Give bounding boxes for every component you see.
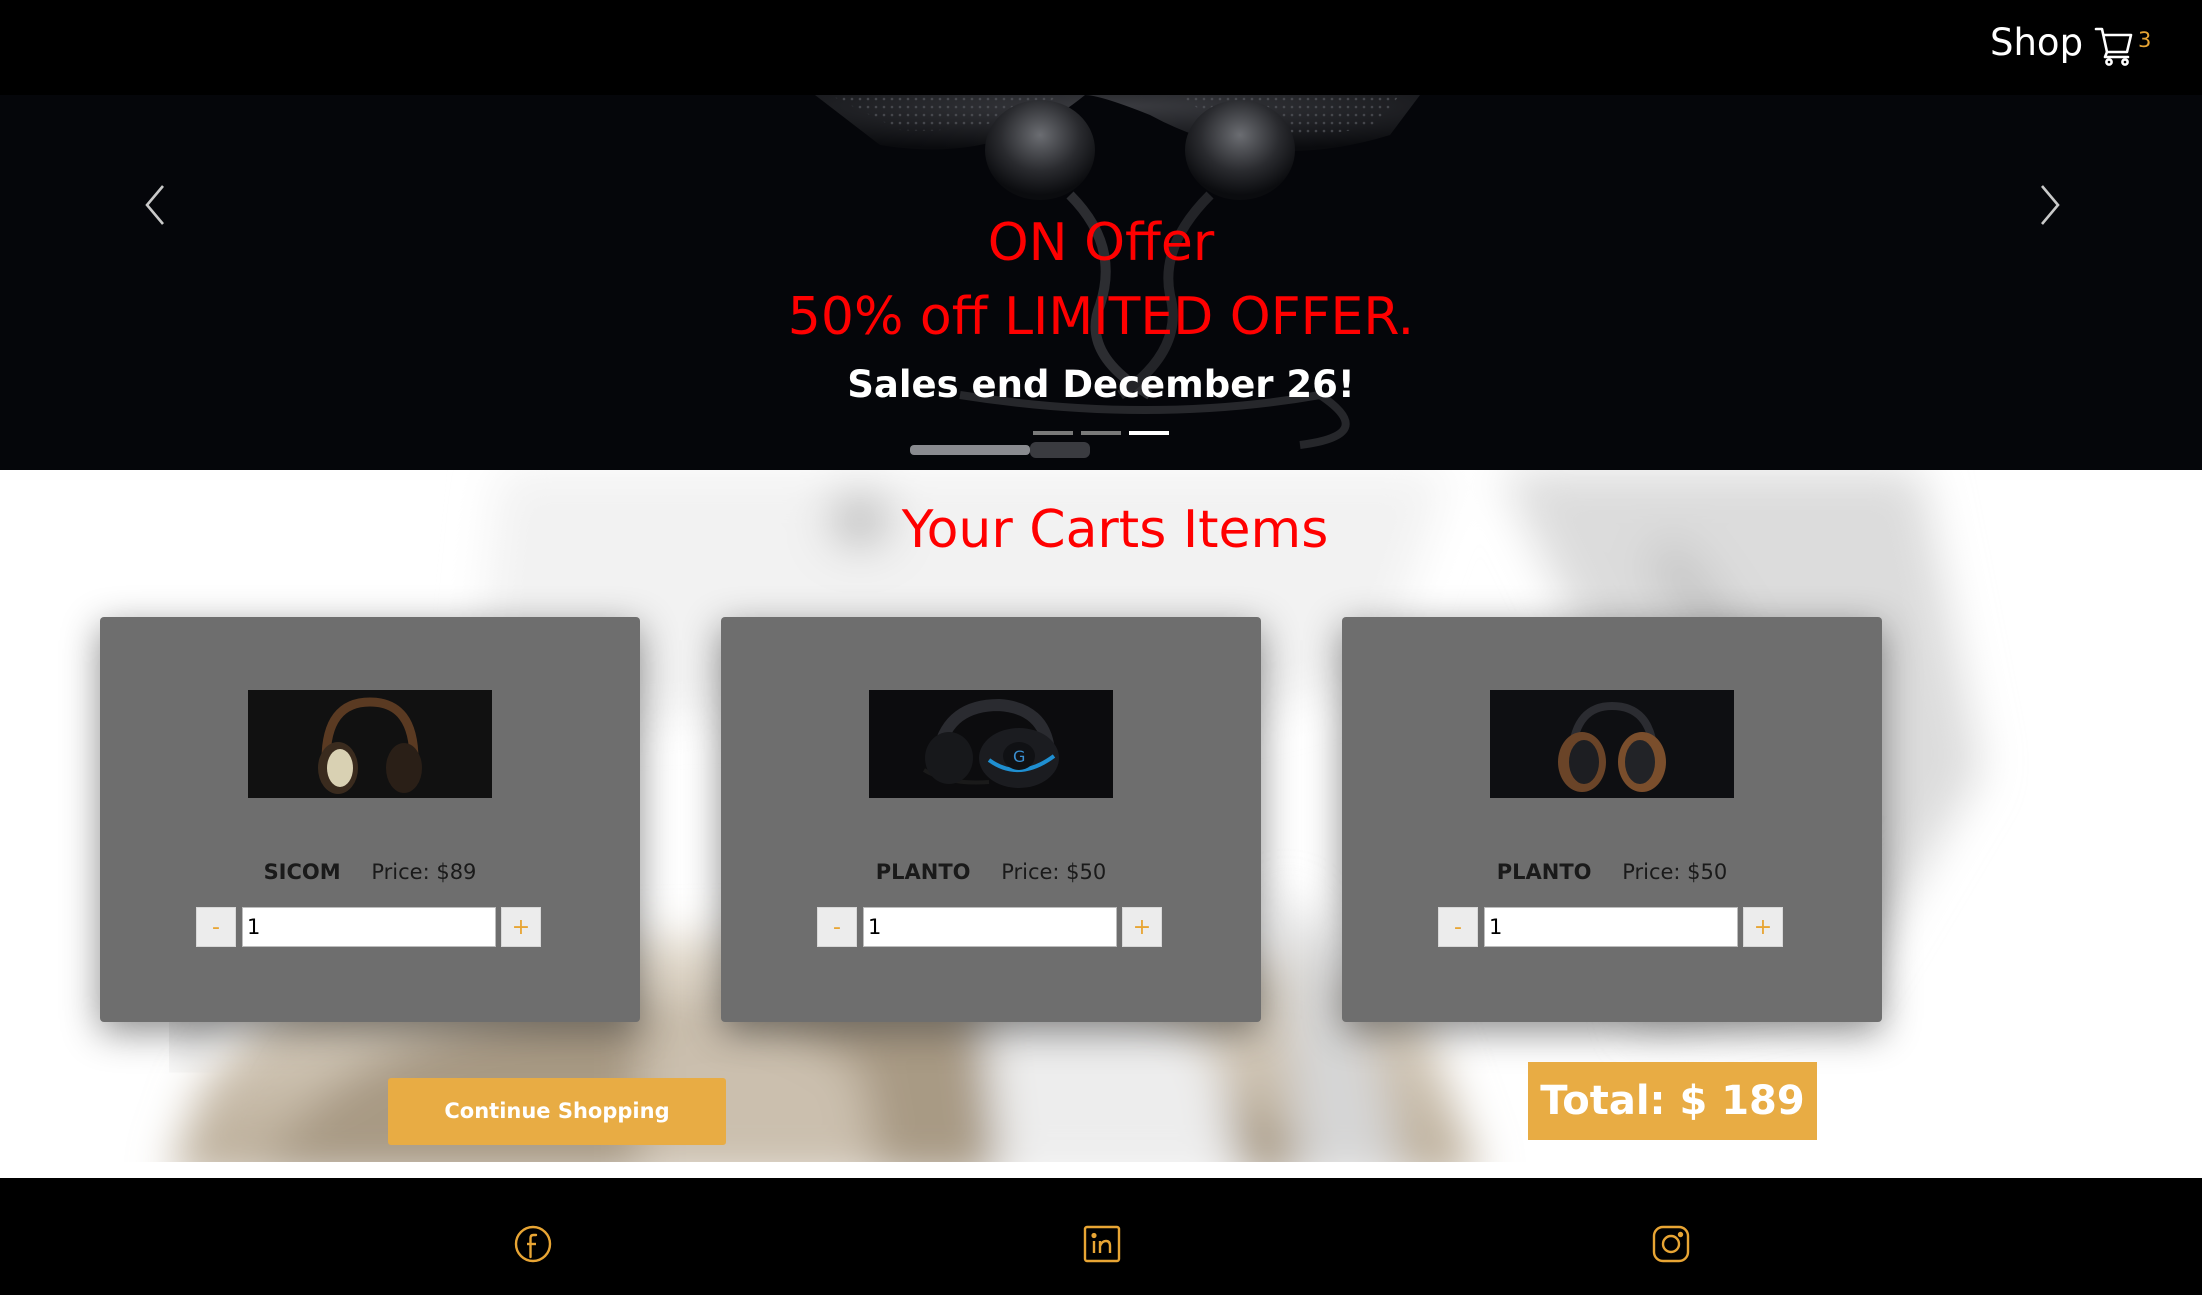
cart-section: Your Carts Items SICOM Price: $89 - + <box>0 470 2202 1178</box>
product-price: Price: $50 <box>1622 860 1728 884</box>
increase-quantity-button[interactable]: + <box>1743 907 1783 947</box>
carousel-indicator-active[interactable] <box>1129 431 1169 435</box>
nav-shop-link[interactable]: Shop <box>1990 18 2083 68</box>
product-name: PLANTO <box>875 860 971 884</box>
cart-count-badge: 3 <box>2138 28 2152 52</box>
cart-item-card: G PLANTO Price: $50 - + <box>721 617 1261 1022</box>
increase-quantity-button[interactable]: + <box>501 907 541 947</box>
instagram-icon[interactable] <box>1651 1224 1691 1264</box>
carousel-indicator[interactable] <box>1033 431 1073 435</box>
decrease-quantity-button[interactable]: - <box>1438 907 1478 947</box>
product-image <box>1490 690 1734 798</box>
product-price: Price: $50 <box>1001 860 1107 884</box>
product-name: SICOM <box>263 860 341 884</box>
svg-text:G: G <box>1013 747 1025 766</box>
top-navbar: Shop 3 <box>0 0 2202 95</box>
cart-icon[interactable] <box>2094 24 2134 66</box>
quantity-input[interactable] <box>863 907 1117 947</box>
cart-item-card: SICOM Price: $89 - + <box>100 617 640 1022</box>
offer-subtitle: 50% off LIMITED OFFER. <box>787 287 1415 347</box>
linkedin-icon[interactable] <box>1082 1224 1122 1264</box>
cart-item-info: PLANTO Price: $50 <box>721 857 1261 887</box>
footer <box>0 1178 2202 1295</box>
cart-item-card: PLANTO Price: $50 - + <box>1342 617 1882 1022</box>
cart-total: Total: $ 189 <box>1528 1062 1817 1140</box>
offer-title: ON Offer <box>987 213 1215 273</box>
offer-end-note: Sales end December 26! <box>847 363 1355 406</box>
product-price: Price: $89 <box>371 860 477 884</box>
decrease-quantity-button[interactable]: - <box>196 907 236 947</box>
quantity-input[interactable] <box>242 907 496 947</box>
headphones-banner-image <box>815 95 1420 458</box>
quantity-input[interactable] <box>1484 907 1738 947</box>
decrease-quantity-button[interactable]: - <box>817 907 857 947</box>
continue-shopping-button[interactable]: Continue Shopping <box>388 1078 726 1145</box>
cart-heading: Your Carts Items <box>901 500 1329 560</box>
facebook-icon[interactable] <box>513 1224 553 1264</box>
product-name: PLANTO <box>1496 860 1592 884</box>
carousel-indicator[interactable] <box>1081 431 1121 435</box>
cart-item-info: SICOM Price: $89 <box>100 857 640 887</box>
product-image: G <box>869 690 1113 798</box>
product-image <box>248 690 492 798</box>
increase-quantity-button[interactable]: + <box>1122 907 1162 947</box>
cart-item-info: PLANTO Price: $50 <box>1342 857 1882 887</box>
offer-carousel: ON Offer 50% off LIMITED OFFER. Sales en… <box>0 95 2202 470</box>
